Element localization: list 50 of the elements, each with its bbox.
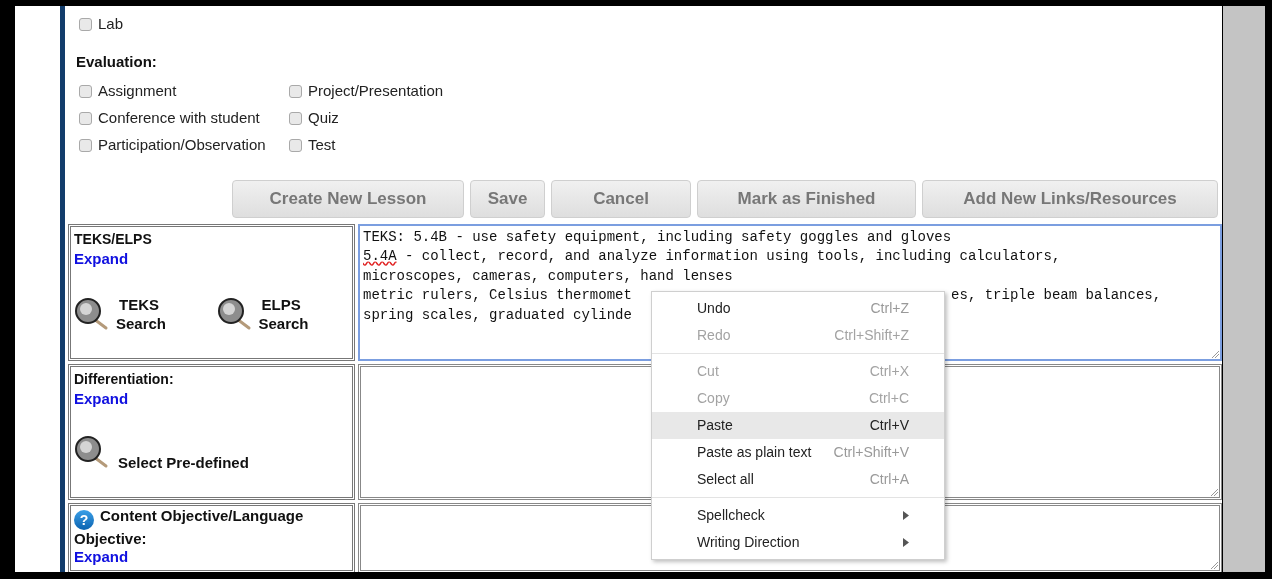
magnifier-icon[interactable] <box>74 434 110 469</box>
menu-item[interactable]: Paste as plain text Ctrl+Shift+V <box>652 439 944 466</box>
text-line: es, triple beam balances, <box>951 286 1162 305</box>
checkbox-label: Quiz <box>308 107 339 128</box>
menu-item[interactable]: Paste Ctrl+V <box>652 412 944 439</box>
checkbox-label: Conference with student <box>98 107 260 128</box>
search-link[interactable]: ELPS Search <box>258 294 309 333</box>
checkbox-label: Test <box>308 134 336 155</box>
checkbox[interactable] <box>289 111 302 125</box>
resize-grip-icon[interactable] <box>1210 560 1218 569</box>
magnifier-icon[interactable] <box>216 296 253 331</box>
resize-grip-icon[interactable] <box>1210 487 1218 496</box>
checkbox[interactable] <box>79 18 92 31</box>
checkbox[interactable] <box>289 138 302 152</box>
menu-item[interactable]: Select all Ctrl+A <box>652 466 944 493</box>
checkbox-label: Participation/Observation <box>98 134 266 155</box>
expand-link[interactable]: Expand <box>74 249 129 267</box>
submenu-arrow-icon <box>903 538 909 547</box>
text-line: metric rulers, Celsius thermomet <box>363 286 632 305</box>
row-label: ? Content Objective/Language Objective: <box>74 506 305 548</box>
form-button[interactable]: Mark as Finished <box>697 179 916 218</box>
form-button[interactable]: Create New Lesson <box>232 179 464 218</box>
checkbox-label: Lab <box>98 14 124 35</box>
text-line: 5.4A - collect, record, and analyze information using tools, including calculators, <box>363 247 1061 266</box>
checkbox-label: Assignment <box>98 80 177 101</box>
form-button[interactable]: Cancel <box>551 179 691 218</box>
magnifier-icon[interactable] <box>74 296 110 331</box>
submenu-arrow-icon <box>903 511 909 520</box>
menu-item[interactable]: Undo Ctrl+Z <box>652 295 944 322</box>
row-label: Differentiation: <box>74 369 175 389</box>
menu-item[interactable]: Spellcheck <box>652 502 944 529</box>
expand-link[interactable]: Expand <box>74 389 129 407</box>
form-button[interactable]: Save <box>470 179 545 218</box>
checkbox[interactable] <box>79 111 92 125</box>
select-predefined-link[interactable]: Select Pre-defined <box>118 452 249 473</box>
text-line: TEKS: 5.4B - use safety equipment, including safety goggles and gloves <box>363 227 952 247</box>
checkbox-label: Project/Presentation <box>308 80 444 101</box>
menu-item[interactable]: Writing Direction <box>652 529 944 556</box>
resize-grip-icon[interactable] <box>1211 349 1219 358</box>
row-label: TEKS/ELPS <box>74 229 153 249</box>
help-icon[interactable]: ? <box>74 509 94 530</box>
search-link[interactable]: TEKS Search <box>116 294 167 333</box>
text-line: spring scales, graduated cylinde <box>363 305 632 325</box>
expand-link[interactable]: Expand <box>74 547 129 565</box>
checkbox[interactable] <box>289 84 302 98</box>
section-heading: Evaluation: <box>76 52 158 72</box>
text-line: microscopes, cameras, computers, hand lenses <box>363 266 733 286</box>
form-button[interactable]: Add New Links/Resources <box>922 179 1218 218</box>
checkbox[interactable] <box>79 138 92 152</box>
checkbox[interactable] <box>79 84 92 98</box>
